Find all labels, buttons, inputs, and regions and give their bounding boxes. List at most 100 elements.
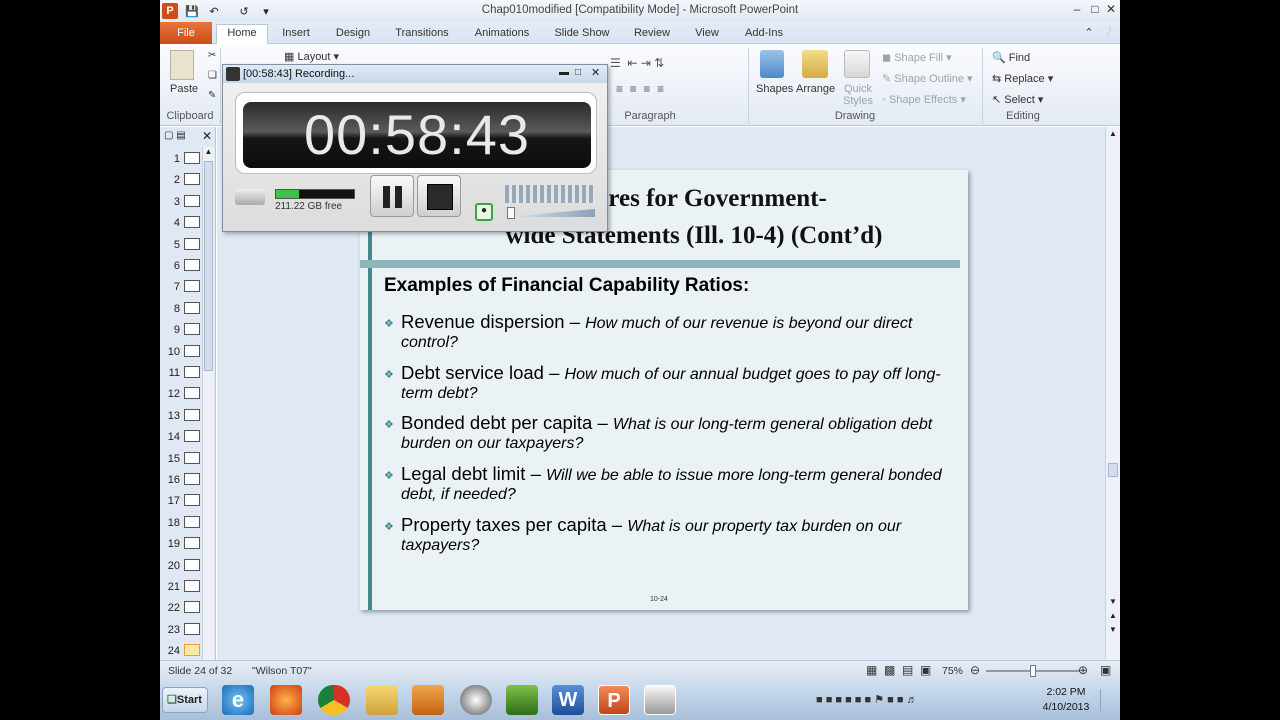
format-painter-icon[interactable]: ✎ <box>208 90 216 101</box>
slide-thumbnail-image[interactable] <box>184 280 200 293</box>
tab-animations[interactable]: Animations <box>468 25 536 44</box>
show-desktop-button[interactable] <box>1100 689 1114 711</box>
internet-explorer-icon[interactable]: e <box>222 685 254 715</box>
slide-thumbnail-image[interactable] <box>184 152 200 164</box>
slide-thumbnail-image[interactable] <box>184 408 200 421</box>
shapes-icon[interactable] <box>760 50 784 78</box>
slide-thumbnail-image[interactable] <box>184 173 200 186</box>
slide-thumbnail-image[interactable] <box>184 622 200 635</box>
select-button[interactable]: ↖ Select ▾ <box>992 93 1043 106</box>
shapes-button[interactable]: Shapes <box>756 83 793 95</box>
firefox-icon[interactable] <box>270 685 302 715</box>
word-icon[interactable]: W <box>552 685 584 715</box>
paste-icon[interactable] <box>170 50 194 80</box>
slide-thumbnail-image[interactable] <box>184 558 200 571</box>
tab-view[interactable]: View <box>688 25 726 44</box>
slide-thumbnail-image[interactable] <box>184 237 200 250</box>
slide-thumbnail-image[interactable] <box>184 537 200 550</box>
close-icon[interactable]: ✕ <box>1102 2 1120 18</box>
vertical-scrollbar[interactable]: ▲ ▼ ▲ ▼ <box>1105 127 1120 660</box>
scroll-thumb[interactable] <box>204 161 213 371</box>
quick-styles-icon[interactable] <box>844 50 870 78</box>
slide-thumbnail-image[interactable] <box>184 323 200 336</box>
slide-canvas[interactable]: easures for Government- wide Statements … <box>360 170 968 610</box>
tab-review[interactable]: Review <box>628 25 676 44</box>
tab-design[interactable]: Design <box>328 25 378 44</box>
pause-button[interactable] <box>370 175 414 217</box>
scroll-up-icon[interactable]: ▲ <box>204 147 213 157</box>
next-slide-icon[interactable]: ▼ <box>1109 625 1117 634</box>
close-pane-icon[interactable]: ✕ <box>202 129 212 143</box>
replace-button[interactable]: ⇆ Replace ▾ <box>992 72 1053 85</box>
clock-date[interactable]: 4/10/2013 <box>1038 701 1094 713</box>
tab-file[interactable]: File <box>160 22 212 44</box>
tab-insert[interactable]: Insert <box>274 25 318 44</box>
slide-sorter-icon[interactable]: ▩ <box>884 663 895 677</box>
scroll-thumb[interactable] <box>1108 463 1118 477</box>
scroll-down-icon[interactable]: ▼ <box>1109 597 1117 606</box>
shape-fill-button[interactable]: ◼ Shape Fill ▾ <box>882 51 952 64</box>
slide-thumbnail-image[interactable] <box>184 580 200 592</box>
slide-thumbnail-image[interactable] <box>184 344 200 357</box>
volume-slider[interactable] <box>505 209 595 217</box>
shape-effects-button[interactable]: ◦ Shape Effects ▾ <box>882 93 966 106</box>
slide-thumbnail-image[interactable] <box>184 494 200 507</box>
tab-slide-show[interactable]: Slide Show <box>548 25 616 44</box>
zoom-slider[interactable] <box>986 665 1080 677</box>
tab-add-ins[interactable]: Add-Ins <box>738 25 790 44</box>
layout-button[interactable]: ▦ Layout ▾ <box>284 50 339 63</box>
slide-thumbnail-image[interactable] <box>184 301 200 314</box>
stop-button[interactable] <box>417 175 461 217</box>
app-icon-at[interactable] <box>460 685 492 715</box>
shape-outline-button[interactable]: ✎ Shape Outline ▾ <box>882 72 973 85</box>
slideshow-icon[interactable]: ▣ <box>920 663 931 677</box>
screen-recorder-taskbar-icon[interactable] <box>644 685 676 715</box>
recorder-close-icon[interactable]: ✕ <box>591 66 600 79</box>
recorder-minimize-icon[interactable]: ▬ <box>559 67 569 78</box>
normal-view-icon[interactable]: ▦ <box>866 663 877 677</box>
media-player-icon[interactable] <box>412 685 444 715</box>
zoom-slider-thumb[interactable] <box>1030 665 1036 677</box>
slide-thumbnail-image[interactable] <box>184 259 200 271</box>
slides-tab-icon[interactable]: ▢ ▤ <box>164 130 186 141</box>
arrange-icon[interactable] <box>802 50 828 78</box>
microphone-icon[interactable]: ● <box>475 203 493 221</box>
help-icon[interactable]: ❔ <box>1100 25 1116 44</box>
slide-thumbnail-image[interactable] <box>184 473 200 485</box>
slide-thumbnail-image[interactable] <box>184 451 200 464</box>
slide-thumbnail-image[interactable] <box>184 601 200 614</box>
arrange-button[interactable]: Arrange <box>796 83 835 95</box>
slide-thumbnail-image[interactable] <box>184 216 200 229</box>
find-button[interactable]: 🔍 Find <box>992 51 1030 64</box>
slide-thumbnail-image[interactable] <box>184 515 200 528</box>
fit-to-window-icon[interactable]: ▣ <box>1100 663 1111 677</box>
quick-styles-button[interactable]: Quick Styles <box>838 83 878 107</box>
paragraph-tools[interactable]: ☰ ⇤ ⇥ ⇅ <box>610 56 664 70</box>
slide-thumbnail-image[interactable] <box>184 644 200 657</box>
cut-icon[interactable]: ✂ <box>208 50 216 61</box>
tab-home[interactable]: Home <box>216 24 268 45</box>
app-icon-green[interactable] <box>506 685 538 715</box>
explorer-icon[interactable] <box>366 685 398 715</box>
align-tools[interactable]: ≡ ≡ ≡ ≡ <box>616 82 664 96</box>
paste-button[interactable]: Paste <box>170 83 198 95</box>
slide-thumbnail-image[interactable] <box>184 430 200 443</box>
clock-time[interactable]: 2:02 PM <box>1038 686 1094 698</box>
slide-thumbnail-image[interactable] <box>184 387 200 400</box>
chrome-icon[interactable] <box>318 685 350 715</box>
zoom-out-icon[interactable]: ⊖ <box>970 663 980 677</box>
start-button[interactable]: ❏Start <box>162 687 208 713</box>
scroll-up-icon[interactable]: ▲ <box>1109 129 1117 138</box>
system-tray-icons[interactable]: ■ ■ ■ ■ ■ ■ ⚑ ■ ■ ♬ <box>816 693 918 706</box>
zoom-in-icon[interactable]: ⊕ <box>1078 663 1088 677</box>
minimize-ribbon-icon[interactable]: ⌃ <box>1082 25 1096 44</box>
previous-slide-icon[interactable]: ▲ <box>1109 611 1117 620</box>
copy-icon[interactable]: ❏ <box>208 70 217 81</box>
recorder-maximize-icon[interactable]: □ <box>575 67 581 78</box>
slide-thumbnail-image[interactable] <box>184 366 200 378</box>
minimize-icon[interactable]: – <box>1068 2 1086 18</box>
tab-transitions[interactable]: Transitions <box>388 25 456 44</box>
thumbnail-scrollbar[interactable]: ▲ <box>202 147 214 660</box>
slide-thumbnail-image[interactable] <box>184 194 200 207</box>
zoom-level[interactable]: 75% <box>942 665 963 677</box>
